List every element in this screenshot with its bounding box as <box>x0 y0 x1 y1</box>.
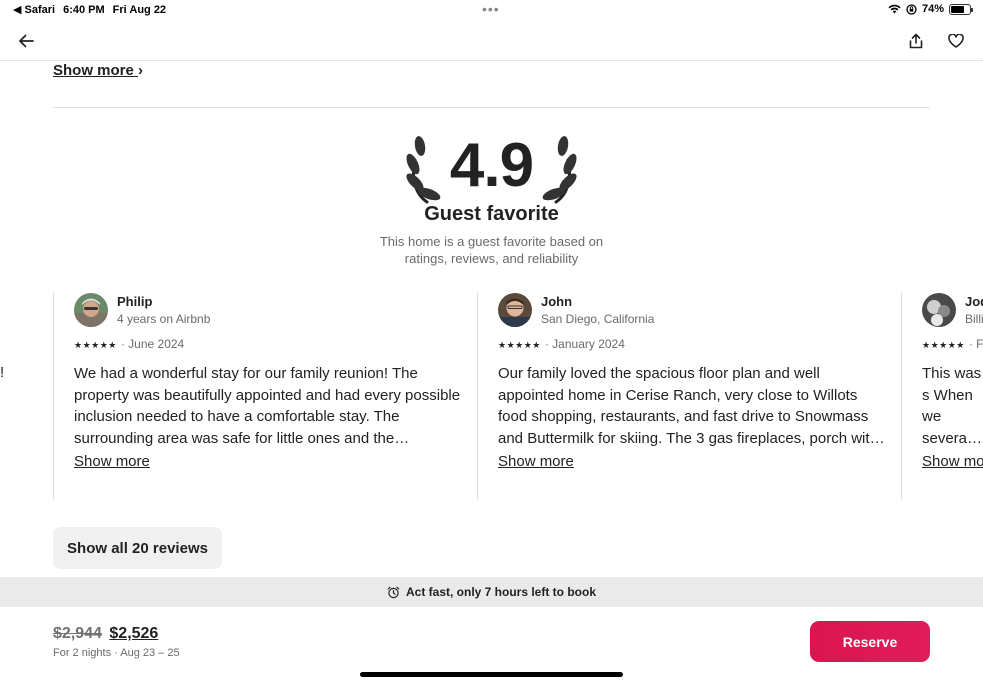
status-bar-right: 74% <box>888 3 973 15</box>
reserve-button[interactable]: Reserve <box>810 621 930 662</box>
show-more-label: Show more <box>53 62 134 79</box>
review-show-more-link[interactable]: Show more <box>498 453 574 470</box>
guest-favorite-title: Guest favorite <box>424 203 559 225</box>
laurel-right-icon <box>542 136 577 204</box>
review-date: · Fe <box>968 337 983 351</box>
show-all-reviews-button[interactable]: Show all 20 reviews <box>53 527 222 569</box>
reviewer-name: John <box>541 294 573 309</box>
orientation-lock-icon <box>906 3 917 15</box>
chevron-right-icon: › <box>138 62 144 79</box>
star-rating-icon: ★★★★★ <box>498 340 541 350</box>
review-rating: ★★★★★· Fe <box>922 337 983 351</box>
reviewer-meta: 4 years on Airbnb <box>117 312 211 326</box>
reviewer-meta: San Diego, California <box>541 312 655 326</box>
alarm-clock-icon <box>387 586 400 598</box>
review-date: · January 2024 <box>544 337 625 351</box>
avatar[interactable] <box>922 293 956 327</box>
price-display[interactable]: $2,944 $2,526 <box>53 625 158 643</box>
section-divider <box>53 107 930 108</box>
review-text: Our family loved the spacious floor plan… <box>498 365 878 447</box>
back-to-app-link[interactable]: ◀ Safari <box>13 3 55 16</box>
urgency-text: Act fast, only 7 hours left to book <box>405 585 596 599</box>
reviewer-name: Philip <box>117 294 153 309</box>
review-rating: ★★★★★ · June 2024 <box>74 337 184 351</box>
status-time: 6:40 PM <box>63 3 105 16</box>
star-rating-icon: ★★★★★ <box>74 340 117 350</box>
arrow-left-icon <box>19 34 34 48</box>
battery-percent: 74% <box>921 3 944 15</box>
avatar[interactable] <box>498 293 532 327</box>
battery-icon <box>949 3 973 15</box>
review-text: This was s When we several m able to ge <box>922 365 982 447</box>
reviewer-name: Jod <box>965 294 983 309</box>
rating-score: 4.9 <box>449 131 534 200</box>
status-bar-left: ◀ Safari 6:40 PM Fri Aug 22 <box>13 3 167 17</box>
review-card[interactable]: Jod Billi ★★★★★· Fe This was s When we s… <box>901 292 983 500</box>
review-card[interactable]: John San Diego, California ★★★★★ · Januar… <box>477 292 901 500</box>
star-rating-icon: ★★★★★ <box>922 340 965 350</box>
save-wishlist-button[interactable] <box>943 28 969 54</box>
description-show-more-link[interactable]: Show more › <box>53 62 143 79</box>
avatar[interactable] <box>74 293 108 327</box>
wifi-icon <box>888 4 901 14</box>
review-date: · June 2024 <box>120 337 185 351</box>
original-price: $2,944 <box>53 625 102 642</box>
heart-icon <box>948 34 964 48</box>
review-show-more-link[interactable]: Show mo <box>922 453 983 470</box>
reviewer-meta: Billi <box>965 312 983 326</box>
back-button[interactable] <box>13 28 39 54</box>
status-bar: ◀ Safari 6:40 PM Fri Aug 22 ••• 74% <box>0 0 983 20</box>
previous-review-fragment: ! <box>0 364 5 381</box>
stay-details: For 2 nights · Aug 23 – 25 <box>53 647 180 659</box>
discounted-price[interactable]: $2,526 <box>109 625 158 642</box>
guest-favorite-subtitle: This home is a guest favorite based on r… <box>379 234 604 266</box>
review-card[interactable]: Philip 4 years on Airbnb ★★★★★ · June 202… <box>53 292 477 500</box>
nav-bar <box>0 20 983 61</box>
share-icon <box>909 33 923 49</box>
battery-fill <box>951 5 965 13</box>
home-indicator[interactable] <box>360 672 623 677</box>
urgency-banner: Act fast, only 7 hours left to book <box>0 577 983 607</box>
share-button[interactable] <box>903 28 929 54</box>
status-date: Fri Aug 22 <box>112 3 167 16</box>
review-show-more-link[interactable]: Show more <box>74 453 150 470</box>
booking-footer: $2,944 $2,526 For 2 nights · Aug 23 – 25… <box>0 607 983 683</box>
review-rating: ★★★★★ · January 2024 <box>498 337 625 351</box>
multitasking-dots-icon[interactable]: ••• <box>482 2 500 16</box>
reviews-carousel[interactable]: ! Philip 4 years on Airbnb ★★★★★ · June 2… <box>0 292 983 502</box>
review-text: We had a wonderful stay for our family r… <box>74 365 461 447</box>
